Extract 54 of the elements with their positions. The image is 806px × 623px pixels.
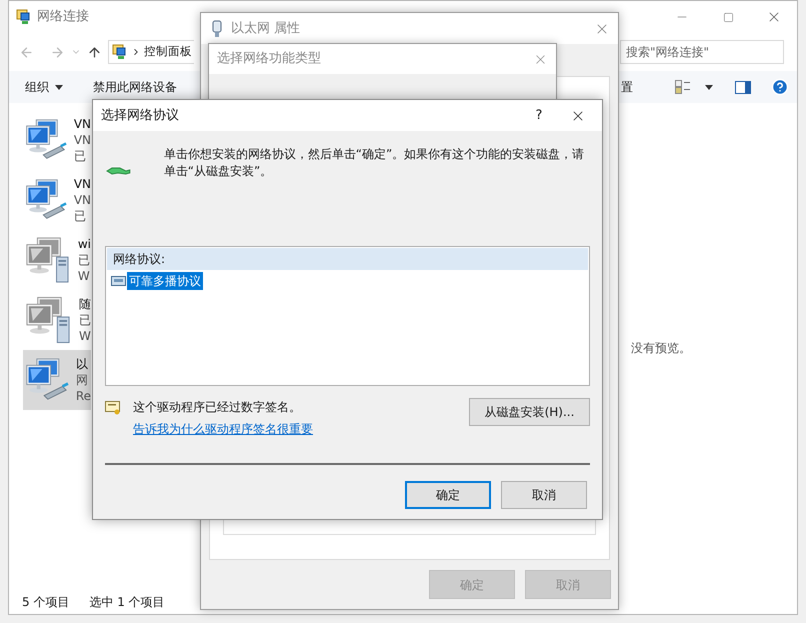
certificate-icon [105,401,121,415]
connection-label: VN [74,176,91,192]
preview-message: 没有预览。 [631,341,691,355]
connection-label: W [79,328,91,344]
network-connection-item[interactable]: 随 已 W [23,290,91,350]
view-options-icon[interactable] [675,80,691,94]
connection-label: VN [74,192,91,208]
network-folder-icon [16,9,32,25]
caret-icon [55,84,63,90]
window-title: 网络连接 [37,8,89,26]
address-text: 控制面板 [144,43,192,60]
window-title: 选择网络协议 [101,106,179,125]
network-connection-item[interactable]: 以 网 Re [23,350,91,410]
network-folder-icon [112,44,128,60]
have-disk-button[interactable]: 从磁盘安装(H)... [469,398,590,426]
connection-label: VN [74,132,91,148]
dialog-button[interactable]: 取消 [501,481,587,509]
connection-label: wi [78,236,91,252]
address-bar[interactable]: 控制面板 [108,40,194,64]
search-field[interactable]: 搜索"网络连接" [620,40,784,64]
connection-label: 已 [79,312,91,328]
connection-label: Re [76,388,91,404]
protocol-list[interactable]: 网络协议: 可靠多播协议 [105,246,590,386]
connection-label: 已 [74,208,87,224]
network-adapter-icon [211,20,223,38]
protocol-item[interactable]: 可靠多播协议 [127,272,203,290]
connection-label: 已 [78,252,91,268]
organize-menu[interactable]: 组织 [25,78,63,96]
network-connection-item[interactable]: VN VN 已 [23,110,91,170]
connection-label: 已 [74,148,87,164]
instruction-text: 单击你想安装的网络协议，然后单击“确定”。如果你有这个功能的安装磁盘，请单击“从磁盘安装”。 [164,146,586,180]
window-title: 选择网络功能类型 [217,50,321,68]
toolbar-button[interactable]: 置 [621,78,633,96]
window-title: 以太网 属性 [231,20,300,38]
network-connection-item[interactable]: wi 已 W [23,230,91,290]
signature-info-link[interactable]: 告诉我为什么驱动程序签名很重要 [133,420,313,438]
status-text: 选中 1 个项目 [89,594,165,611]
preview-pane-icon[interactable] [735,80,751,94]
maximize-icon[interactable] [722,12,734,22]
signature-note: 这个驱动程序已经过数字签名。 [133,399,302,416]
connection-label: VN [74,116,91,132]
help-icon[interactable] [771,78,789,96]
connection-label: 网 [76,372,89,388]
help-button[interactable]: ? [524,100,554,130]
toolbar-button[interactable]: 禁用此网络设备 [93,78,177,96]
protocol-icon [111,274,127,288]
status-text: 5 个项目 [22,594,70,611]
connection-label: W [78,268,91,284]
network-connection-item[interactable]: VN VN 已 [23,170,91,230]
caret-icon[interactable] [705,84,713,90]
list-header: 网络协议: [107,248,588,270]
dialog-button[interactable]: 确定 [405,481,491,509]
connection-label: 以 [76,356,89,372]
connection-label: 随 [79,296,91,312]
